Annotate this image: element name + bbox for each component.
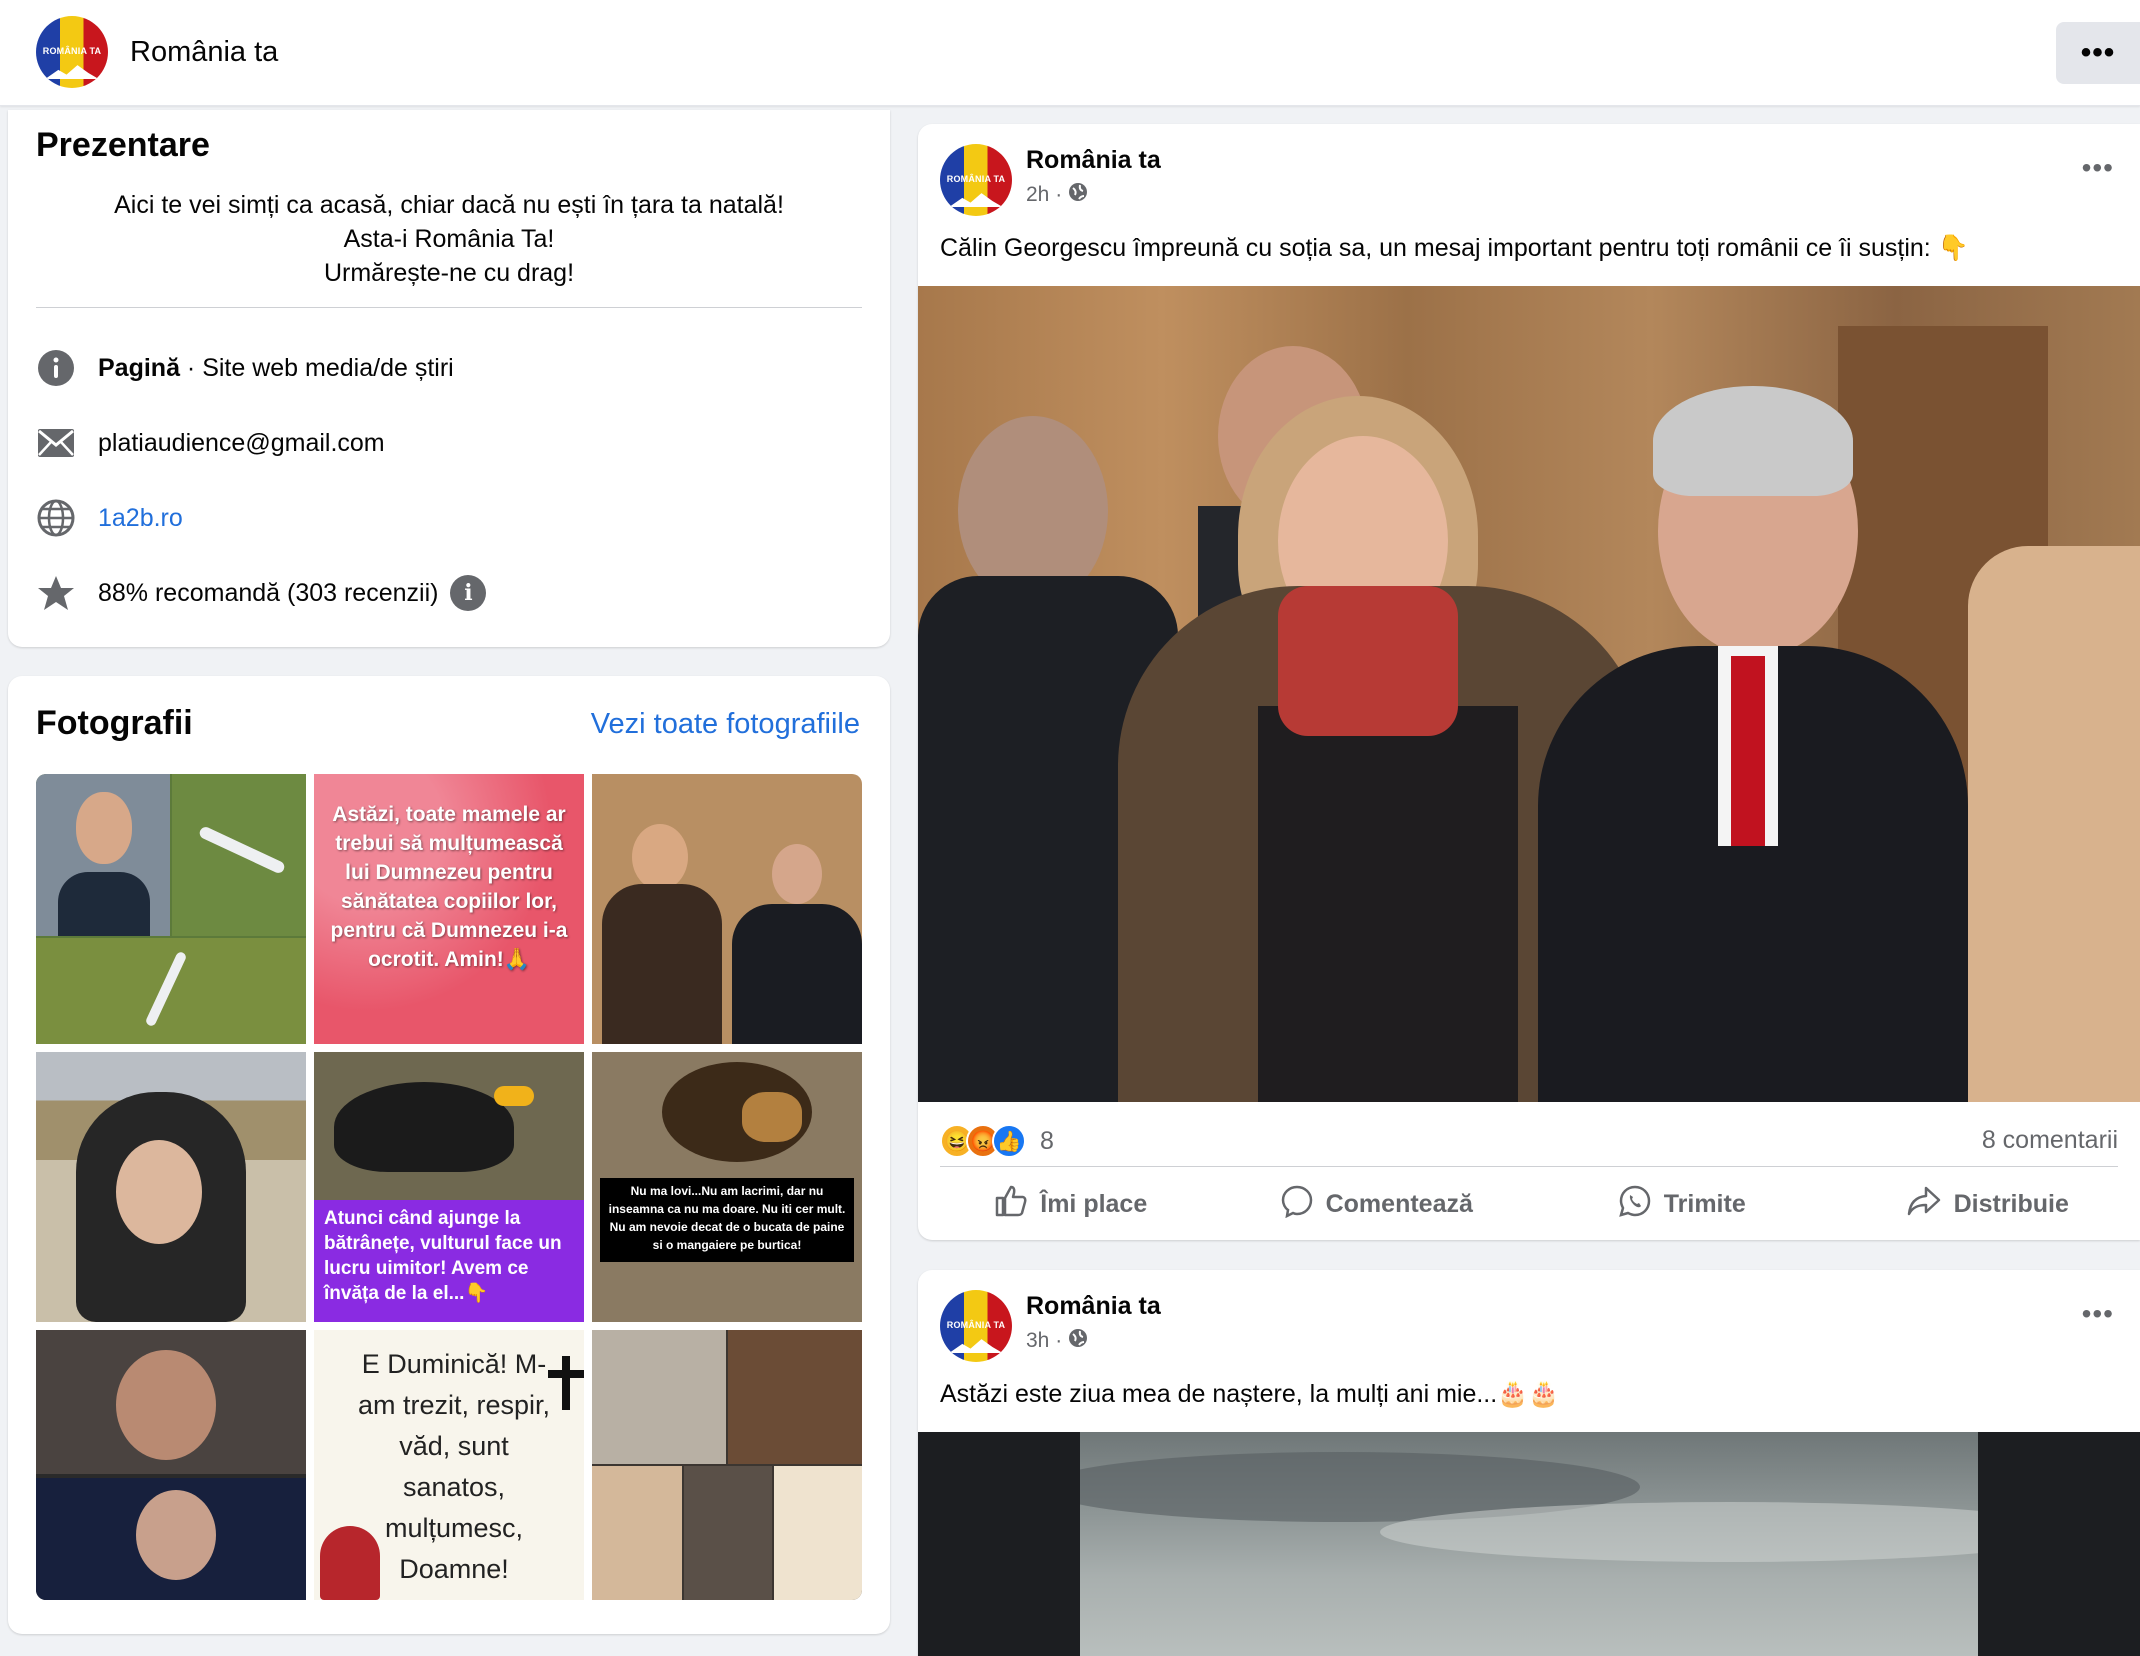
info-icon [36, 348, 76, 388]
photo-thumbnail-girl-sheep[interactable] [36, 1052, 306, 1322]
more-options-button[interactable]: ••• [2056, 22, 2140, 84]
website-link[interactable]: 1a2b.ro [98, 504, 183, 533]
post-author-avatar[interactable]: ROMÂNIA TA [940, 1290, 1012, 1362]
rating-text: 88% recomandă (303 recenzii) [98, 578, 439, 607]
post-meta: 2h · [1026, 182, 1088, 208]
post-meta: 3h · [1026, 1328, 1088, 1354]
see-all-photos-link[interactable]: Vezi toate fotografiile [591, 708, 860, 741]
divider [36, 307, 862, 308]
post-author-name[interactable]: România ta [1026, 146, 1161, 175]
photo-thumbnail-plane-collage[interactable] [36, 774, 306, 1044]
like-icon [994, 1184, 1028, 1225]
share-button[interactable]: Distribuie [1835, 1174, 2140, 1234]
photo-thumbnail-mothers[interactable]: Astăzi, toate mamele ar trebui să mulțum… [314, 774, 584, 1044]
email-row: platiaudience@gmail.com [36, 423, 385, 463]
photo-thumbnail-eagle[interactable]: Atunci când ajunge la bătrânețe, vulturu… [314, 1052, 584, 1322]
globe-audience-icon [1068, 1328, 1088, 1354]
divider [940, 1166, 2118, 1167]
comment-icon [1280, 1184, 1314, 1225]
post-photo[interactable] [918, 286, 2140, 1102]
page-header: ROMÂNIA TA România ta ••• [0, 0, 2140, 106]
globe-audience-icon [1068, 182, 1088, 208]
rating-row: 88% recomandă (303 recenzii) i [36, 573, 487, 613]
intro-card: Prezentare Aici te vei simți ca acasă, c… [8, 110, 890, 647]
category-value: · Site web media/de știri [179, 353, 454, 382]
post-time[interactable]: 3h · [1026, 1329, 1062, 1353]
post-time[interactable]: 2h · [1026, 183, 1062, 207]
photo-grid: Astăzi, toate mamele ar trebui să mulțum… [36, 774, 862, 1600]
share-icon [1906, 1185, 1942, 1224]
photo-thumbnail-sunday[interactable]: E Duminică! M-am trezit, respir, văd, su… [314, 1330, 584, 1600]
photo-letterbox-right [1978, 1432, 2140, 1656]
post-author-avatar[interactable]: ROMÂNIA TA [940, 144, 1012, 216]
comment-button[interactable]: Comentează [1224, 1174, 1530, 1234]
reactions-summary[interactable]: 😆 😡 👍 8 [940, 1124, 1054, 1158]
photo-thumbnail-men-collage[interactable] [36, 1330, 306, 1600]
photo-letterbox-left [918, 1432, 1080, 1656]
post-card: ROMÂNIA TA România ta 2h · ••• Călin Geo… [918, 124, 2140, 1240]
post-text: Astăzi este ziua mea de naștere, la mulț… [940, 1380, 1560, 1408]
rating-info-icon[interactable]: i [450, 575, 487, 611]
reaction-count: 8 [1040, 1126, 1054, 1155]
photo-thumbnail-celebrity-collage[interactable] [592, 1330, 862, 1600]
post-actions: Îmi place Comentează Trimite Distribuie [918, 1174, 2140, 1234]
photos-card: Fotografii Vezi toate fotografiile Astăz… [8, 676, 890, 1634]
intro-title: Prezentare [36, 126, 210, 164]
photo-thumbnail-couple[interactable] [592, 774, 862, 1044]
photo-thumbnail-dog[interactable]: Nu ma lovi...Nu am lacrimi, dar nu insea… [592, 1052, 862, 1322]
post-options-button[interactable]: ••• [2082, 1298, 2114, 1330]
like-reaction-icon: 👍 [992, 1124, 1026, 1158]
website-row: 1a2b.ro [36, 498, 183, 538]
post-stats: 😆 😡 👍 8 8 comentarii [940, 1120, 2118, 1164]
category-row: Pagină · Site web media/de știri [36, 348, 454, 388]
post-text: Călin Georgescu împreună cu soția sa, un… [940, 234, 1969, 262]
send-button[interactable]: Trimite [1529, 1174, 1835, 1234]
category-label: Pagină [98, 353, 180, 382]
page-title[interactable]: România ta [130, 36, 278, 69]
email-link[interactable]: platiaudience@gmail.com [98, 429, 385, 458]
post-card: ROMÂNIA TA România ta 3h · ••• Astăzi es… [918, 1270, 2140, 1656]
globe-icon [36, 498, 76, 538]
whatsapp-icon [1618, 1184, 1652, 1225]
post-photo[interactable] [1080, 1432, 1978, 1656]
star-icon [36, 573, 76, 613]
page-logo[interactable]: ROMÂNIA TA [36, 16, 108, 88]
photos-title: Fotografii [36, 704, 193, 742]
like-button[interactable]: Îmi place [918, 1174, 1224, 1234]
post-author-name[interactable]: România ta [1026, 1292, 1161, 1321]
envelope-icon [36, 423, 76, 463]
post-options-button[interactable]: ••• [2082, 152, 2114, 184]
intro-bio: Aici te vei simți ca acasă, chiar dacă n… [114, 191, 784, 287]
comments-count-link[interactable]: 8 comentarii [1982, 1126, 2118, 1155]
